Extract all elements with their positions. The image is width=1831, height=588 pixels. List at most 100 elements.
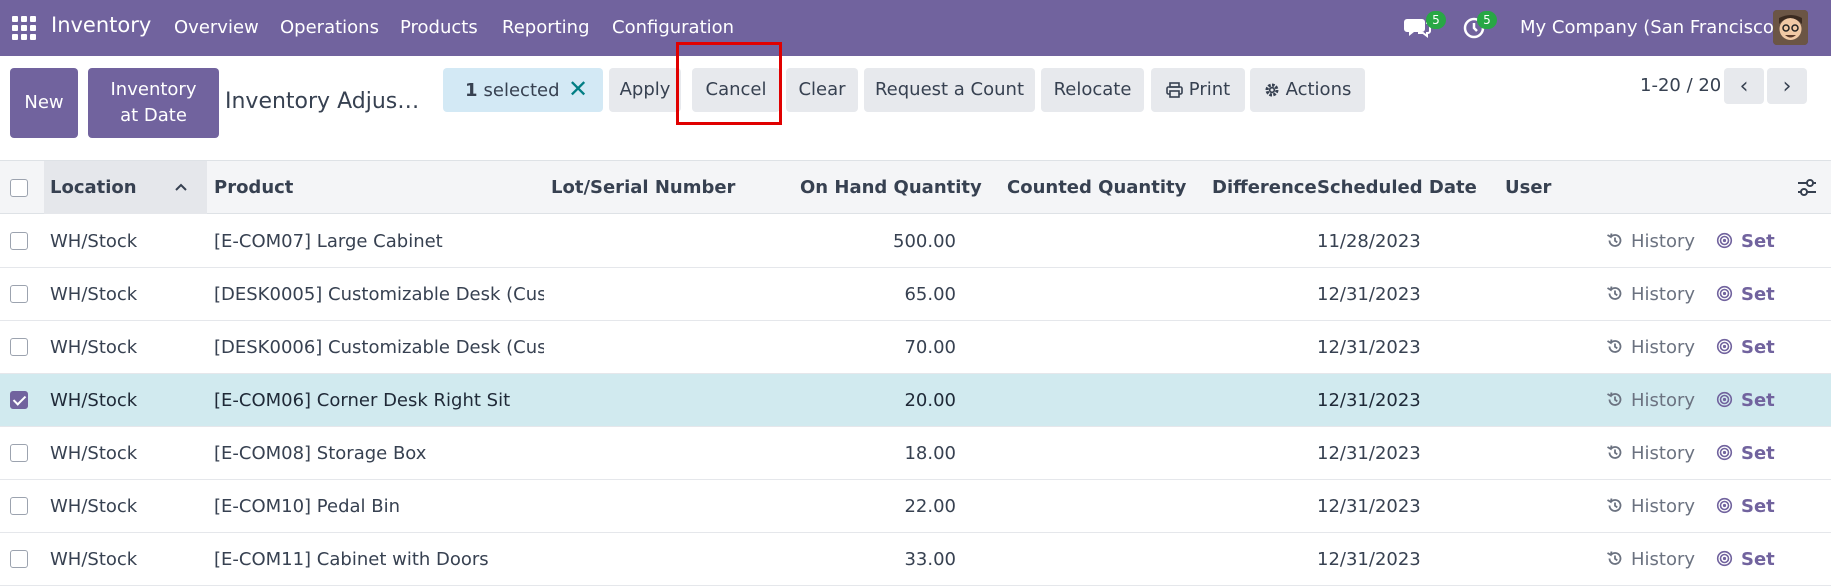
messages-badge: 5 [1426, 11, 1446, 29]
row-checkbox[interactable] [10, 285, 28, 303]
cell-product: [E-COM08] Storage Box [214, 443, 427, 464]
cell-scheduled-date[interactable]: 11/28/2023 [1317, 231, 1437, 252]
apps-grid-icon[interactable] [12, 16, 36, 40]
menu-overview[interactable]: Overview [174, 17, 259, 38]
table-row[interactable]: WH/Stock [E-COM08] Storage Box 18.00 12/31/… [0, 427, 1831, 480]
column-location[interactable]: Location [50, 177, 137, 198]
history-label: History [1631, 496, 1696, 517]
selected-label: selected [483, 79, 560, 101]
printer-icon [1165, 82, 1183, 98]
request-count-button[interactable]: Request a Count [864, 68, 1035, 112]
gear-icon [1265, 83, 1279, 97]
table-row[interactable]: WH/Stock [E-COM10] Pedal Bin 22.00 12/31/20… [0, 480, 1831, 533]
set-button[interactable]: Set [1716, 496, 1775, 517]
cell-product: [E-COM07] Large Cabinet [214, 231, 443, 252]
cell-on-hand[interactable]: 65.00 [800, 284, 956, 305]
top-navbar: Inventory Overview Operations Products R… [0, 0, 1831, 56]
column-lot-serial[interactable]: Lot/Serial Number [551, 177, 735, 198]
history-button[interactable]: History [1606, 231, 1695, 252]
table-row[interactable]: WH/Stock [E-COM07] Large Cabinet 500.00 11/… [0, 215, 1831, 268]
cell-on-hand[interactable]: 20.00 [800, 390, 956, 411]
table-row[interactable]: WH/Stock [E-COM06] Corner Desk Right Sit 2… [0, 374, 1831, 427]
cell-on-hand[interactable]: 500.00 [800, 231, 956, 252]
history-button[interactable]: History [1606, 284, 1695, 305]
target-icon [1716, 391, 1733, 408]
cell-product: [E-COM10] Pedal Bin [214, 496, 401, 517]
column-difference[interactable]: Difference [1212, 177, 1317, 198]
select-all-checkbox[interactable] [10, 179, 28, 197]
pager-next-icon[interactable]: › [1767, 68, 1807, 104]
apply-button[interactable]: Apply [609, 68, 681, 112]
pager-previous-icon[interactable]: ‹ [1724, 68, 1764, 104]
history-label: History [1631, 549, 1696, 570]
column-user[interactable]: User [1505, 177, 1551, 198]
column-scheduled-date[interactable]: Scheduled Date [1317, 177, 1477, 198]
column-on-hand[interactable]: On Hand Quantity [800, 177, 982, 198]
clear-button[interactable]: Clear [786, 68, 858, 112]
set-label: Set [1741, 549, 1775, 570]
user-avatar[interactable] [1773, 10, 1808, 45]
table-row[interactable]: WH/Stock [DESK0006] Customizable Desk (Cu… [0, 321, 1831, 374]
row-checkbox[interactable] [10, 232, 28, 250]
optional-columns-icon[interactable] [1797, 179, 1817, 197]
highlight-annotation [676, 42, 782, 125]
relocate-button[interactable]: Relocate [1041, 68, 1144, 112]
set-button[interactable]: Set [1716, 231, 1775, 252]
row-checkbox[interactable] [10, 497, 28, 515]
column-product[interactable]: Product [214, 177, 293, 198]
actions-button[interactable]: Actions [1250, 68, 1365, 112]
new-button[interactable]: New [10, 68, 78, 138]
inventory-at-date-button[interactable]: Inventory at Date [88, 68, 219, 138]
row-checkbox[interactable] [10, 391, 28, 409]
history-button[interactable]: History [1606, 496, 1695, 517]
sort-ascending-icon[interactable] [174, 182, 188, 192]
cell-scheduled-date[interactable]: 12/31/2023 [1317, 443, 1437, 464]
cell-on-hand[interactable]: 70.00 [800, 337, 956, 358]
print-button[interactable]: Print [1151, 68, 1245, 112]
history-icon [1607, 339, 1622, 353]
history-button[interactable]: History [1606, 549, 1695, 570]
target-icon [1716, 285, 1733, 302]
cell-scheduled-date[interactable]: 12/31/2023 [1317, 390, 1437, 411]
column-counted[interactable]: Counted Quantity [1007, 177, 1186, 198]
set-label: Set [1741, 284, 1775, 305]
cell-scheduled-date[interactable]: 12/31/2023 [1317, 337, 1437, 358]
set-button[interactable]: Set [1716, 337, 1775, 358]
history-icon [1607, 445, 1622, 459]
set-label: Set [1741, 231, 1775, 252]
actions-label: Actions [1285, 78, 1352, 100]
history-button[interactable]: History [1606, 337, 1695, 358]
history-button[interactable]: History [1606, 390, 1695, 411]
page-title: Inventory Adjus… [225, 89, 420, 114]
target-icon [1716, 444, 1733, 461]
row-checkbox[interactable] [10, 550, 28, 568]
menu-operations[interactable]: Operations [280, 17, 379, 38]
cell-on-hand[interactable]: 33.00 [800, 549, 956, 570]
set-button[interactable]: Set [1716, 443, 1775, 464]
cell-on-hand[interactable]: 18.00 [800, 443, 956, 464]
cell-location: WH/Stock [50, 496, 138, 517]
table-row[interactable]: WH/Stock [E-COM11] Cabinet with Doors 33.0… [0, 533, 1831, 586]
history-label: History [1631, 284, 1696, 305]
pager-value[interactable]: 1-20 / 20 [1640, 75, 1721, 96]
print-label: Print [1188, 78, 1231, 100]
set-button[interactable]: Set [1716, 390, 1775, 411]
history-icon [1607, 392, 1622, 406]
cell-scheduled-date[interactable]: 12/31/2023 [1317, 549, 1437, 570]
history-button[interactable]: History [1606, 443, 1695, 464]
app-name[interactable]: Inventory [51, 13, 151, 37]
unselect-all-icon[interactable]: ✕ [568, 77, 588, 101]
set-button[interactable]: Set [1716, 284, 1775, 305]
cell-scheduled-date[interactable]: 12/31/2023 [1317, 496, 1437, 517]
company-switcher[interactable]: My Company (San Francisco) [1520, 17, 1781, 38]
menu-configuration[interactable]: Configuration [612, 17, 734, 38]
cell-scheduled-date[interactable]: 12/31/2023 [1317, 284, 1437, 305]
row-checkbox[interactable] [10, 444, 28, 462]
cell-location: WH/Stock [50, 390, 138, 411]
menu-products[interactable]: Products [400, 17, 478, 38]
row-checkbox[interactable] [10, 338, 28, 356]
menu-reporting[interactable]: Reporting [502, 17, 590, 38]
cell-on-hand[interactable]: 22.00 [800, 496, 956, 517]
table-row[interactable]: WH/Stock [DESK0005] Customizable Desk (Cu… [0, 268, 1831, 321]
set-button[interactable]: Set [1716, 549, 1775, 570]
